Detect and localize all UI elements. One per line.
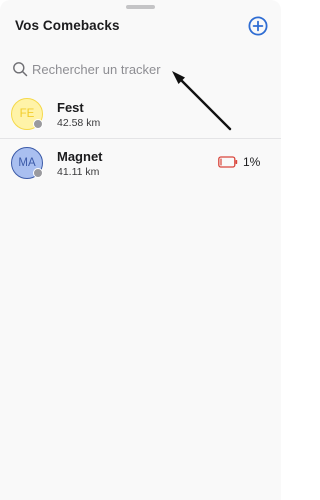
avatar-initials: MA (18, 157, 36, 169)
add-tracker-button[interactable] (248, 16, 268, 36)
tracker-list: FE Fest 42.58 km MA Magnet 41.11 km 1% (0, 90, 281, 187)
battery-indicator: 1% (218, 155, 260, 169)
tracker-name: Fest (57, 100, 84, 115)
tracker-distance: 41.11 km (57, 166, 100, 178)
tracker-name: Magnet (57, 149, 103, 164)
avatar: FE (11, 98, 43, 130)
search-input[interactable] (32, 61, 262, 77)
status-dot (33, 168, 43, 178)
battery-percentage: 1% (243, 155, 261, 169)
avatar-initials: FE (19, 108, 35, 120)
search-bar[interactable] (12, 58, 272, 80)
bottom-sheet: Vos Comebacks FE Fest 42.58 km MA (0, 0, 281, 500)
plus-circle-icon (248, 16, 268, 36)
avatar: MA (11, 147, 43, 179)
tracker-row-magnet[interactable]: MA Magnet 41.11 km 1% (0, 138, 281, 187)
battery-low-icon (218, 156, 238, 168)
sheet-grabber[interactable] (126, 5, 155, 9)
tracker-distance: 42.58 km (57, 117, 101, 129)
status-dot (33, 119, 43, 129)
page-title: Vos Comebacks (15, 18, 120, 33)
search-icon (13, 62, 28, 77)
tracker-row-fest[interactable]: FE Fest 42.58 km (0, 90, 281, 138)
